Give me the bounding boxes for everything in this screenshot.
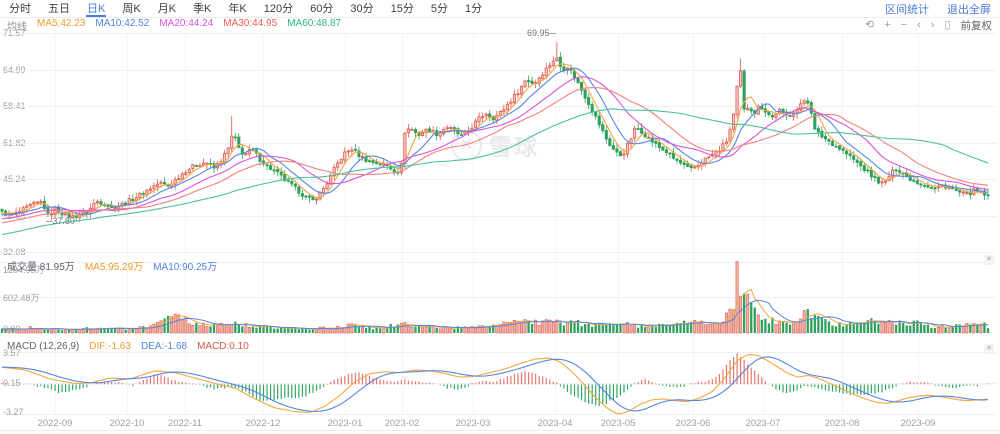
volume-ma-item: MA10:90.25万: [153, 262, 218, 273]
volume-title: 成交量 81.95万: [7, 262, 75, 273]
kline-canvas[interactable]: [0, 0, 1000, 434]
ma-legend-item: MA60:48.87: [287, 17, 342, 29]
macd-value-item: DIF:-1.63: [89, 341, 131, 352]
ma-legend-items: MA5:42.23 MA10:42.52 MA20:44.24 MA30:44.95 M…: [37, 18, 341, 33]
tab-分时[interactable]: 分时: [8, 1, 32, 17]
close-macd-panel-button[interactable]: ✕: [984, 344, 994, 354]
close-volume-panel-button[interactable]: ✕: [984, 255, 994, 265]
volume-axis-tick: 0.00: [3, 324, 21, 334]
chart-controls: ⟲ + − ‹ › ▯ 前复权: [865, 18, 992, 33]
x-axis-tick: 2023-06: [675, 418, 711, 429]
x-axis-tick: 2023-04: [537, 418, 573, 429]
x-axis-tick: 2023-01: [327, 418, 363, 429]
x-axis-tick: 2023-05: [600, 418, 636, 429]
ma-legend-item: MA5:42.23: [37, 17, 86, 29]
volume-ma-item: MA5:95.29万: [84, 262, 144, 273]
x-axis-tick: 2022-12: [245, 418, 281, 429]
x-axis-tick: 2023-07: [745, 418, 781, 429]
macd-values: DIF:-1.63 DEA:-1.68 MACD:0.10: [89, 341, 249, 352]
range-statistics-link[interactable]: 区间统计: [885, 1, 929, 17]
macd-title: MACD (12,26,9): [7, 341, 80, 352]
period-tabs: 分时 五日 日K 周K 月K 季K 年K 120分 60分 30分 15分 5分 1分: [8, 1, 483, 17]
volume-axis-tick: 602.48万: [3, 293, 40, 303]
chart-control-icons: ⟲ + − ‹ › ▯: [865, 19, 951, 31]
lowest-price-marker: ─37.80: [46, 215, 75, 226]
x-axis-tick: 2023-03: [455, 418, 491, 429]
x-axis-tick: 2022-10: [109, 418, 145, 429]
tab-1分[interactable]: 1分: [464, 1, 483, 17]
tab-日K[interactable]: 日K: [86, 1, 107, 17]
zoom-in-icon[interactable]: +: [884, 19, 890, 31]
ma-legend: 均线 MA5:42.23 MA10:42.52 MA20:44.24 MA30:44.…: [7, 18, 341, 33]
volume-legend: 成交量 81.95万 MA5:95.29万 MA10:90.25万: [7, 258, 217, 273]
tab-年K[interactable]: 年K: [227, 1, 247, 17]
adjust-type-dropdown[interactable]: 前复权: [961, 18, 993, 33]
zoom-out-icon[interactable]: −: [901, 19, 907, 31]
tabbar-right-links: 区间统计 退出全屏: [885, 1, 991, 17]
ma-legend-item: MA30:44.95: [223, 17, 278, 29]
x-axis-tick: 2022-11: [167, 418, 203, 429]
bottom-divider: [0, 430, 1000, 431]
x-axis-tick: 2023-08: [824, 418, 860, 429]
tab-5分[interactable]: 5分: [430, 1, 449, 17]
x-axis-tick: 2023-09: [900, 418, 936, 429]
pan-left-icon[interactable]: ‹: [917, 19, 921, 31]
ma-legend-title: 均线: [7, 21, 27, 33]
macd-axis-tick: 0.15: [3, 378, 21, 388]
exit-fullscreen-link[interactable]: 退出全屏: [947, 1, 991, 17]
tab-15分[interactable]: 15分: [390, 1, 415, 17]
macd-value-item: DEA:-1.68: [140, 341, 188, 352]
macd-legend: MACD (12,26,9) DIF:-1.63 DEA:-1.68 MACD:0.…: [7, 341, 249, 352]
legend-controls-row: 均线 MA5:42.23 MA10:42.52 MA20:44.24 MA30:44.…: [0, 18, 1000, 33]
tab-月K[interactable]: 月K: [157, 1, 177, 17]
volume-ma-items: MA5:95.29万 MA10:90.25万: [85, 258, 217, 273]
macd-value-item: MACD:0.10: [197, 341, 249, 352]
kline-fullscreen-page: 分时 五日 日K 周K 月K 季K 年K 120分 60分 30分 15分 5分 1分 区间统计 退出全…: [0, 0, 1000, 434]
x-axis-tick: 2023-02: [384, 418, 420, 429]
period-tabbar: 分时 五日 日K 周K 月K 季K 年K 120分 60分 30分 15分 5分 1分 区间统计 退出全…: [0, 0, 1000, 18]
tab-120分[interactable]: 120分: [263, 1, 294, 17]
reset-icon[interactable]: ⟲: [865, 19, 874, 31]
tab-60分[interactable]: 60分: [309, 1, 334, 17]
ma-legend-item: MA10:42.52: [95, 17, 150, 29]
tab-30分[interactable]: 30分: [349, 1, 374, 17]
tab-周K[interactable]: 周K: [121, 1, 141, 17]
tab-五日[interactable]: 五日: [47, 1, 71, 17]
screenshot-icon[interactable]: ▯: [944, 19, 950, 31]
tab-季K[interactable]: 季K: [192, 1, 212, 17]
pan-right-icon[interactable]: ›: [931, 19, 935, 31]
x-axis-tick: 2022-09: [37, 418, 73, 429]
macd-axis-tick: -3.27: [3, 407, 24, 417]
ma-legend-item: MA20:44.24: [159, 17, 214, 29]
